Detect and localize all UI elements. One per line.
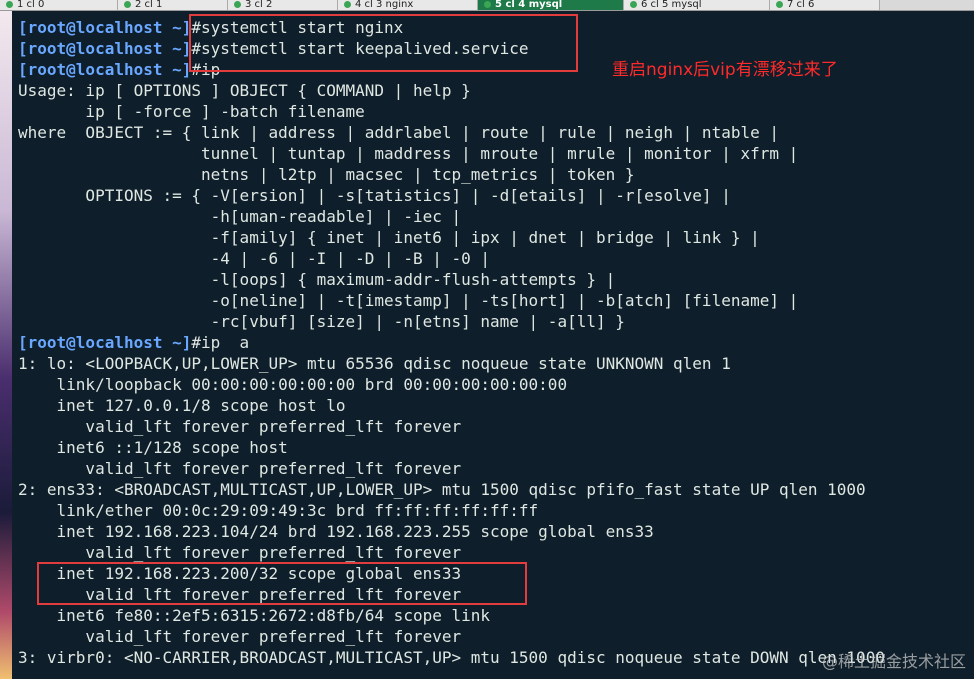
desktop-wallpaper-strip: [0, 11, 12, 679]
terminal-line-text: inet6 ::1/128 scope host: [18, 438, 288, 457]
connected-icon: [776, 0, 783, 8]
terminal-line-text: netns | l2tp | macsec | tcp_metrics | to…: [18, 165, 635, 184]
terminal-line-text: valid_lft forever preferred_lft forever: [18, 417, 462, 436]
terminal-line-text: link/loopback 00:00:00:00:00:00 brd 00:0…: [18, 375, 568, 394]
shell-prompt: [root@localhost ~]: [18, 39, 192, 58]
terminal-line: -h[uman-readable] | -iec |: [18, 206, 461, 227]
terminal-line-text: 3: virbr0: <NO-CARRIER,BROADCAST,MULTICA…: [18, 648, 885, 667]
terminal-line: -f[amily] { inet | inet6 | ipx | dnet | …: [18, 227, 760, 248]
tab-label: 2 cl 1: [135, 0, 163, 10]
terminal-line: netns | l2tp | macsec | tcp_metrics | to…: [18, 164, 635, 185]
terminal-line-text: 1: lo: <LOOPBACK,UP,LOWER_UP> mtu 65536 …: [18, 354, 731, 373]
highlight-box-vip: [37, 562, 527, 605]
terminal-line: inet 192.168.223.104/24 brd 192.168.223.…: [18, 521, 654, 542]
terminal-line: valid_lft forever preferred_lft forever: [18, 626, 461, 647]
terminal-line: [root@localhost ~]#ip a: [18, 332, 249, 353]
tab-label: 7 cl 6: [787, 0, 815, 10]
terminal-line: 2: ens33: <BROADCAST,MULTICAST,UP,LOWER_…: [18, 479, 866, 500]
terminal-line-text: tunnel | tuntap | maddress | mroute | mr…: [18, 144, 799, 163]
terminal-line: -o[neline] | -t[imestamp] | -ts[hort] | …: [18, 290, 799, 311]
connected-icon: [344, 0, 351, 8]
terminal-window[interactable]: 3: virbr0: <NO-CARRIER,BROADCAST,MULTICA…: [12, 11, 974, 679]
terminal-line: 3: virbr0: <NO-CARRIER,BROADCAST,MULTICA…: [18, 647, 885, 668]
terminal-line: inet 127.0.0.1/8 scope host lo: [18, 395, 346, 416]
terminal-line: valid_lft forever preferred_lft forever: [18, 542, 461, 563]
session-tab-1[interactable]: 1 cl 0: [0, 0, 118, 10]
session-tab-7[interactable]: 7 cl 6: [770, 0, 880, 10]
watermark: @稀土掘金技术社区: [821, 652, 966, 671]
terminal-line-text: -rc[vbuf] [size] | -n[etns] name | -a[ll…: [18, 312, 625, 331]
terminal-line-text: valid_lft forever preferred_lft forever: [18, 543, 462, 562]
terminal-line-text: ip [ -force ] -batch filename: [18, 102, 365, 121]
annotation-text: 重启nginx后vip有漂移过来了: [612, 60, 838, 80]
shell-prompt: [root@localhost ~]: [18, 60, 192, 79]
terminal-line-text: -h[uman-readable] | -iec |: [18, 207, 462, 226]
tab-label: 5 cl 4 mysql: [495, 0, 563, 10]
terminal-line: link/loopback 00:00:00:00:00:00 brd 00:0…: [18, 374, 568, 395]
terminal-line: -4 | -6 | -I | -D | -B | -0 |: [18, 248, 490, 269]
connected-icon: [234, 0, 241, 8]
highlight-box-commands: [189, 14, 578, 72]
terminal-line-text: Usage: ip [ OPTIONS ] OBJECT { COMMAND |…: [18, 81, 471, 100]
terminal-line: tunnel | tuntap | maddress | mroute | mr…: [18, 143, 798, 164]
terminal-line-text: where OBJECT := { link | address | addrl…: [18, 123, 779, 142]
terminal-line-text: -o[neline] | -t[imestamp] | -ts[hort] | …: [18, 291, 799, 310]
session-tab-6[interactable]: 6 cl 5 mysql: [624, 0, 770, 10]
terminal-line-text: inet6 fe80::2ef5:6315:2672:d8fb/64 scope…: [18, 606, 491, 625]
terminal-line: -l[oops] { maximum-addr-flush-attempts }…: [18, 269, 616, 290]
tab-label: 6 cl 5 mysql: [641, 0, 702, 10]
terminal-line-text: -f[amily] { inet | inet6 | ipx | dnet | …: [18, 228, 760, 247]
terminal-line-text: #ip a: [191, 333, 250, 352]
terminal-line-text: inet 127.0.0.1/8 scope host lo: [18, 396, 346, 415]
terminal-line: ip [ -force ] -batch filename: [18, 101, 365, 122]
terminal-line: -rc[vbuf] [size] | -n[etns] name | -a[ll…: [18, 311, 625, 332]
connected-icon: [6, 0, 13, 8]
connected-icon: [484, 0, 491, 8]
terminal-line: link/ether 00:0c:29:09:49:3c brd ff:ff:f…: [18, 500, 539, 521]
terminal-line: valid_lft forever preferred_lft forever: [18, 416, 461, 437]
session-tab-bar: 1 cl 0 2 cl 1 3 cl 2 4 cl 3 nginx 5 cl 4…: [0, 0, 974, 11]
shell-prompt: [root@localhost ~]: [18, 18, 192, 37]
terminal-line: 1: lo: <LOOPBACK,UP,LOWER_UP> mtu 65536 …: [18, 353, 731, 374]
connected-icon: [630, 0, 637, 8]
connected-icon: [124, 0, 131, 8]
terminal-line-text: inet 192.168.223.104/24 brd 192.168.223.…: [18, 522, 654, 541]
terminal-line-text: valid_lft forever preferred_lft forever: [18, 459, 462, 478]
terminal-line-text: 2: ens33: <BROADCAST,MULTICAST,UP,LOWER_…: [18, 480, 866, 499]
terminal-line: valid_lft forever preferred_lft forever: [18, 458, 461, 479]
terminal-line: OPTIONS := { -V[ersion] | -s[tatistics] …: [18, 185, 731, 206]
terminal-line: inet6 ::1/128 scope host: [18, 437, 288, 458]
terminal-line-text: -l[oops] { maximum-addr-flush-attempts }…: [18, 270, 616, 289]
terminal-line: where OBJECT := { link | address | addrl…: [18, 122, 779, 143]
session-tab-4[interactable]: 4 cl 3 nginx: [338, 0, 478, 10]
tab-label: 1 cl 0: [17, 0, 45, 10]
shell-prompt: [root@localhost ~]: [18, 333, 192, 352]
session-tab-3[interactable]: 3 cl 2: [228, 0, 338, 10]
terminal-line: Usage: ip [ OPTIONS ] OBJECT { COMMAND |…: [18, 80, 471, 101]
tab-label: 3 cl 2: [245, 0, 273, 10]
terminal-line-text: -4 | -6 | -I | -D | -B | -0 |: [18, 249, 491, 268]
terminal-line-text: OPTIONS := { -V[ersion] | -s[tatistics] …: [18, 186, 731, 205]
session-tab-5[interactable]: 5 cl 4 mysql: [478, 0, 624, 10]
session-tab-2[interactable]: 2 cl 1: [118, 0, 228, 10]
terminal-line-text: valid_lft forever preferred_lft forever: [18, 627, 462, 646]
terminal-line-text: link/ether 00:0c:29:09:49:3c brd ff:ff:f…: [18, 501, 539, 520]
terminal-line: inet6 fe80::2ef5:6315:2672:d8fb/64 scope…: [18, 605, 490, 626]
tab-label: 4 cl 3 nginx: [355, 0, 414, 10]
